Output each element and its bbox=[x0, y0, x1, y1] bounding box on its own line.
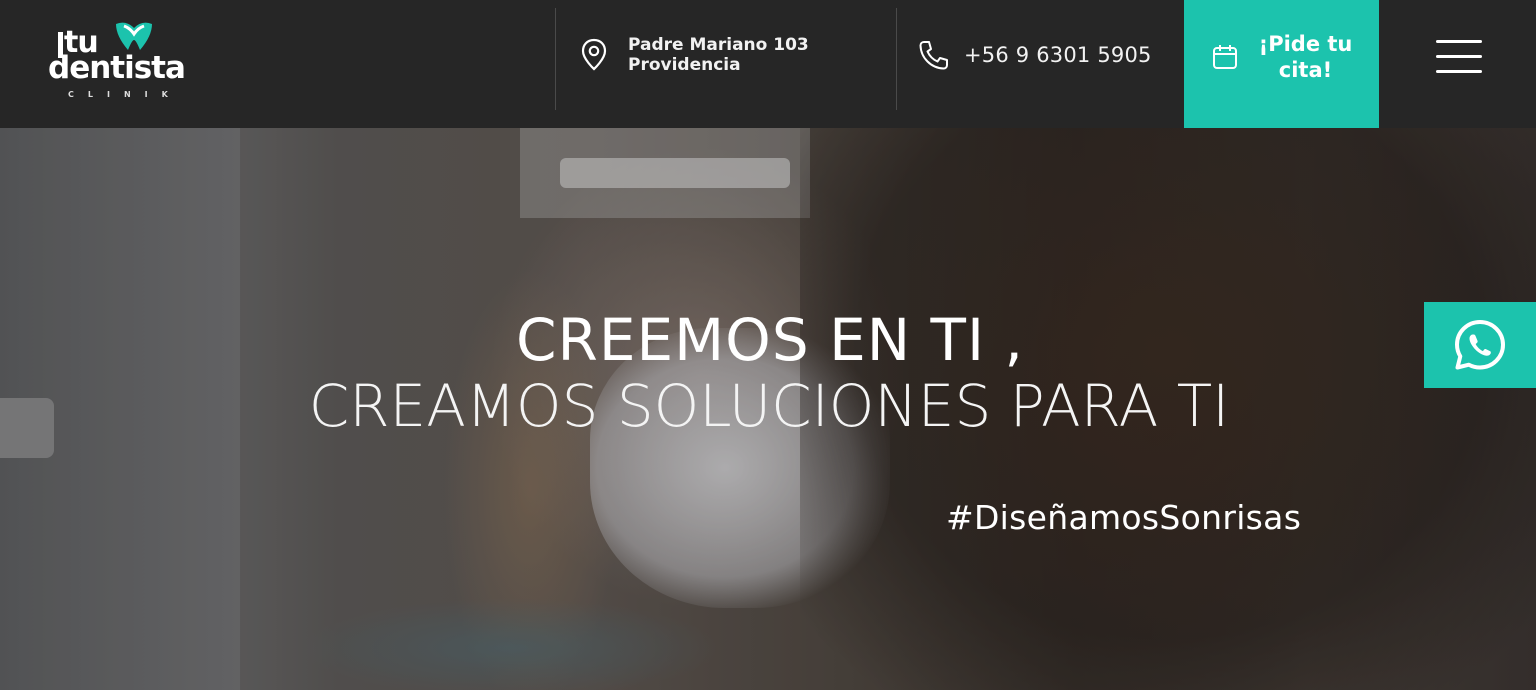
cta-label-line2: cita! bbox=[1278, 58, 1333, 82]
hero-subheadline: CREAMOS SOLUCIONES PARA TI bbox=[308, 372, 1230, 440]
phone-icon bbox=[919, 41, 948, 70]
hero-banner: CREEMOS EN TI , CREAMOS SOLUCIONES PARA … bbox=[0, 128, 1536, 690]
book-appointment-button[interactable]: ¡Pide tu cita! bbox=[1184, 0, 1379, 128]
map-pin-icon bbox=[581, 38, 607, 71]
calendar-icon bbox=[1212, 45, 1237, 69]
hamburger-menu-icon[interactable] bbox=[1434, 38, 1484, 76]
logo-text-clinik: CLINIK bbox=[68, 90, 182, 99]
address-block[interactable]: Padre Mariano 103 Providencia bbox=[580, 0, 809, 110]
site-header: tu dentista CLINIK Padre Mariano 103 Pro… bbox=[0, 0, 1536, 128]
phone-number: +56 9 6301 5905 bbox=[964, 43, 1152, 67]
header-divider bbox=[896, 8, 897, 110]
logo-text-dentista: dentista bbox=[48, 50, 186, 86]
whatsapp-button[interactable] bbox=[1424, 302, 1536, 388]
hero-headline: CREEMOS EN TI , bbox=[516, 306, 1024, 374]
whatsapp-icon bbox=[1455, 320, 1505, 370]
brand-logo[interactable]: tu dentista CLINIK bbox=[46, 16, 196, 104]
address-line2: Providencia bbox=[628, 55, 741, 75]
header-divider bbox=[555, 8, 556, 110]
phone-block[interactable]: +56 9 6301 5905 bbox=[918, 0, 1152, 110]
cta-label-line1: ¡Pide tu bbox=[1258, 32, 1353, 56]
address-line1: Padre Mariano 103 bbox=[628, 35, 809, 55]
hero-hashtag: #DiseñamosSonrisas bbox=[946, 498, 1302, 537]
tooth-icon bbox=[116, 22, 152, 50]
